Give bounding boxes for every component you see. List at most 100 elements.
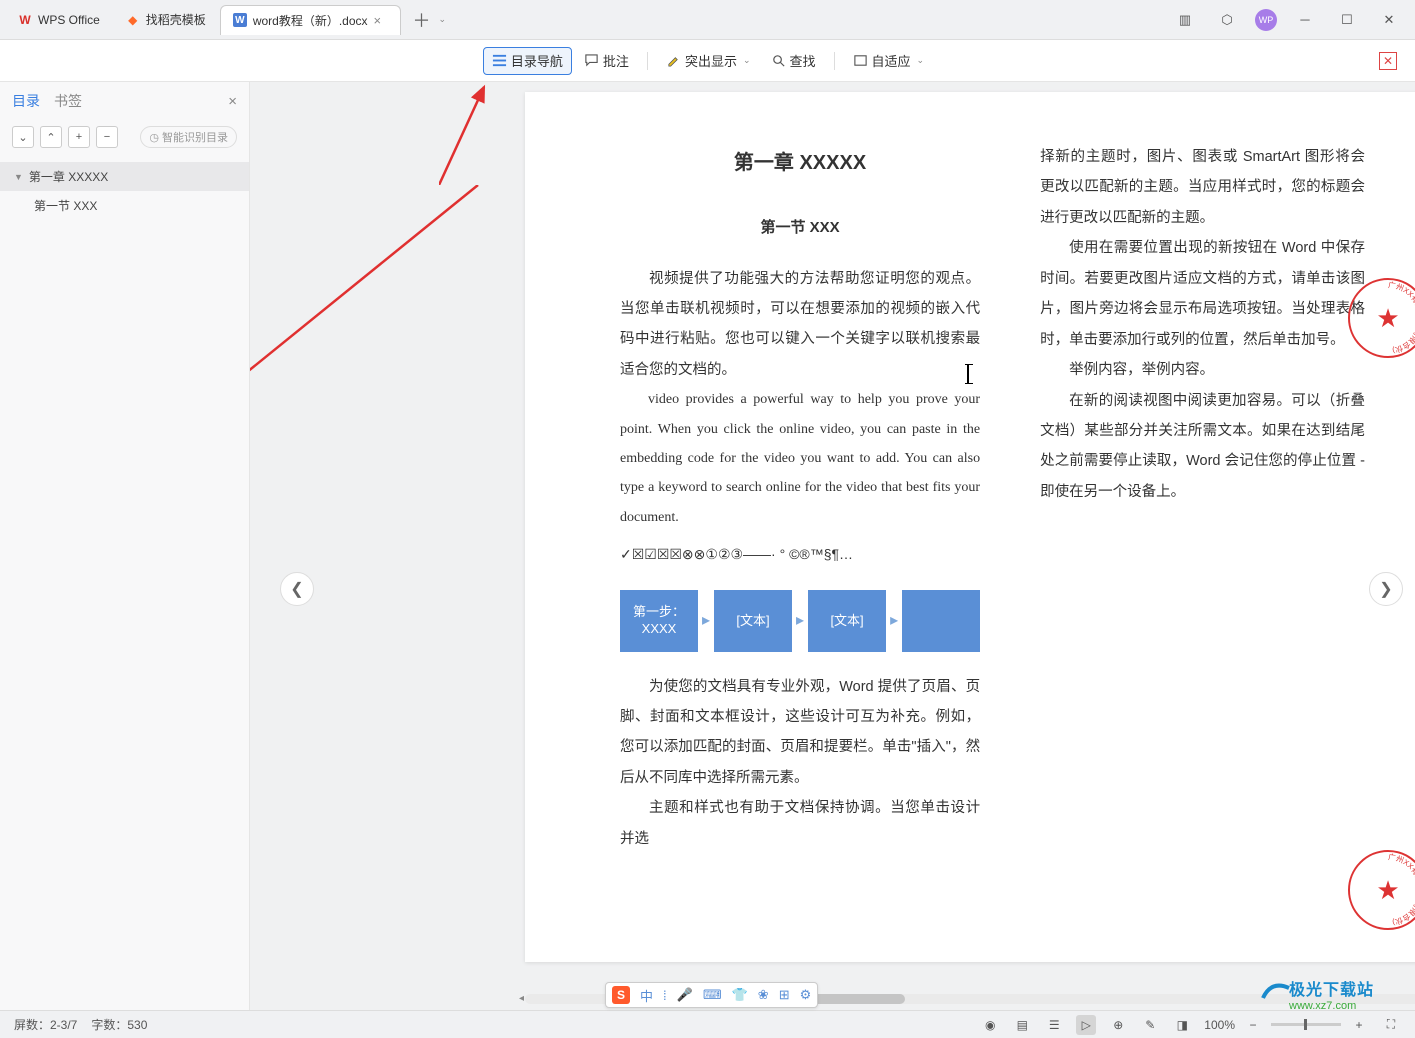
smartart-step: 第一步：XXXX (620, 590, 698, 652)
paragraph-english: video provides a powerful way to help yo… (620, 385, 980, 532)
paragraph: 为使您的文档具有专业外观，Word 提供了页眉、页脚、封面和文本框设计，这些设计… (620, 672, 980, 794)
ime-tool-icon[interactable]: ❀ (758, 987, 769, 1003)
add-item-button[interactable]: + (68, 126, 90, 148)
close-reading-mode-button[interactable]: ✕ (1379, 52, 1397, 70)
smartart-step: [文本] (808, 590, 886, 652)
ime-punct-icon[interactable]: ⁞ (663, 988, 667, 1003)
search-icon (771, 53, 786, 68)
red-stamp-seal: 广州XX有限公司(有限合伙) (1348, 278, 1415, 358)
symbols-line: ✓☒☑☒☒⊗⊗①②③——· ° ©®™§¶… (620, 540, 980, 569)
svg-text:广州XX有限公司(有限合伙): 广州XX有限公司(有限合伙) (1388, 280, 1415, 355)
find-button[interactable]: 查找 (763, 47, 824, 75)
tab-label: 找稻壳模板 (146, 11, 206, 28)
comment-icon (584, 53, 599, 68)
chevron-down-icon: ⌄ (917, 55, 925, 66)
smartart-step: [文本] (714, 590, 792, 652)
paragraph: 举例内容，举例内容。 (1040, 355, 1365, 385)
sidebar-close-button[interactable]: × (228, 93, 237, 110)
toolbar-group: 目录导航 批注 突出显示 ⌄ 查找 自适应 ⌄ (483, 47, 932, 75)
red-stamp-seal: 广州XX有限公司(有限合伙) (1348, 850, 1415, 930)
sidebar-tab-toc[interactable]: 目录 (12, 91, 40, 111)
page-layout-icon[interactable]: ▤ (1012, 1015, 1032, 1035)
highlight-button[interactable]: 突出显示 ⌄ (658, 47, 759, 75)
prev-page-button[interactable]: ❮ (280, 572, 314, 606)
column-right: 择新的主题时，图片、图表或 SmartArt 图形将会更改以匹配新的主题。当应用… (1040, 142, 1365, 854)
tabs-overflow-icon[interactable]: ⌄ (439, 14, 447, 25)
sogou-logo-icon: S (612, 986, 630, 1004)
smartart-step (902, 590, 980, 652)
site-watermark: 极光下载站 www.xz7.com (1289, 976, 1409, 1012)
reading-view-icon[interactable]: ▷ (1076, 1015, 1096, 1035)
user-avatar[interactable]: WP (1255, 9, 1277, 31)
layout-icon[interactable]: ▥ (1171, 6, 1199, 34)
tab-document[interactable]: W word教程（新）.docx × (220, 5, 401, 35)
zoom-value[interactable]: 100% (1204, 1018, 1235, 1032)
fit-label: 自适应 (872, 51, 911, 70)
expand-all-button[interactable]: ⌃ (40, 126, 62, 148)
toc-item-chapter1[interactable]: ▼ 第一章 XXXXX (0, 162, 249, 191)
comment-label: 批注 (603, 51, 629, 70)
ime-keyboard-icon[interactable]: ⌨ (703, 987, 722, 1003)
catalog-nav-button[interactable]: 目录导航 (483, 47, 572, 75)
main-area: 目录 书签 × ⌄ ⌃ + − ◷ 智能识别目录 ▼ 第一章 XXXXX 第一节… (0, 82, 1415, 1010)
reading-toolbar: 目录导航 批注 突出显示 ⌄ 查找 自适应 ⌄ ✕ (0, 40, 1415, 82)
new-tab-button[interactable]: ＋ (409, 7, 435, 33)
scroll-left-arrow-icon[interactable]: ◂ (519, 993, 524, 1004)
zoom-control: 100% − + (1204, 1015, 1369, 1035)
smart-label: 智能识别目录 (162, 129, 228, 145)
toc-item-label: 第一章 XXXXX (29, 168, 108, 185)
ime-skin-icon[interactable]: 👕 (732, 987, 748, 1003)
remove-item-button[interactable]: − (96, 126, 118, 148)
draft-view-icon[interactable]: ✎ (1140, 1015, 1160, 1035)
smart-detect-toc-button[interactable]: ◷ 智能识别目录 (140, 126, 237, 148)
zoom-in-button[interactable]: + (1349, 1015, 1369, 1035)
annotation-arrow (250, 185, 480, 385)
collapse-all-button[interactable]: ⌄ (12, 126, 34, 148)
web-view-icon[interactable]: ⊕ (1108, 1015, 1128, 1035)
minimize-button[interactable]: ─ (1291, 6, 1319, 34)
next-page-button[interactable]: ❯ (1369, 572, 1403, 606)
maximize-button[interactable]: ☐ (1333, 6, 1361, 34)
zoom-slider[interactable] (1271, 1023, 1341, 1026)
toc-item-section1[interactable]: 第一节 XXX (0, 191, 249, 220)
find-label: 查找 (790, 51, 816, 70)
page-indicator[interactable]: 屏数：2-3/7 (14, 1016, 77, 1033)
tab-templates[interactable]: ◆ 找稻壳模板 (114, 5, 218, 35)
outline-view-icon[interactable]: ☰ (1044, 1015, 1064, 1035)
paragraph: 在新的阅读视图中阅读更加容易。可以（折叠文档）某些部分并关注所需文本。如果在达到… (1040, 386, 1365, 508)
tab-close-button[interactable]: × (374, 13, 388, 28)
column-left: 第一章 XXXXX 第一节 XXX 视频提供了功能强大的方法帮助您证明您的观点。… (620, 142, 980, 854)
smartart-process: 第一步：XXXX ▸ [文本] ▸ [文本] ▸ (620, 590, 980, 652)
watermark-title: 极光下载站 (1289, 976, 1409, 1000)
eye-view-icon[interactable]: ◉ (980, 1015, 1000, 1035)
close-window-button[interactable]: ✕ (1375, 6, 1403, 34)
tab-wps-office[interactable]: W WPS Office (6, 5, 112, 35)
cube-icon[interactable]: ⬡ (1213, 6, 1241, 34)
text-cursor-icon (967, 365, 969, 383)
arrow-right-icon: ▸ (796, 604, 804, 638)
window-controls: ▥ ⬡ WP ─ ☐ ✕ (1171, 6, 1415, 34)
arrow-right-icon: ▸ (890, 604, 898, 638)
ime-settings-icon[interactable]: ⚙ (800, 987, 812, 1003)
ime-grid-icon[interactable]: ⊞ (779, 987, 790, 1003)
word-count[interactable]: 字数：530 (91, 1016, 147, 1033)
template-icon: ◆ (126, 13, 140, 27)
comment-button[interactable]: 批注 (576, 47, 637, 75)
tab-label: WPS Office (38, 13, 100, 27)
toc-list: ▼ 第一章 XXXXX 第一节 XXX (0, 154, 249, 228)
ime-lang[interactable]: 中 (640, 986, 653, 1005)
fullscreen-icon[interactable]: ⛶ (1381, 1015, 1401, 1035)
status-bar: 屏数：2-3/7 字数：530 ◉ ▤ ☰ ▷ ⊕ ✎ ◨ 100% − + ⛶ (0, 1010, 1415, 1038)
wps-logo-icon: W (18, 13, 32, 27)
highlight-label: 突出显示 (685, 51, 737, 70)
zoom-out-button[interactable]: − (1243, 1015, 1263, 1035)
ime-toolbar[interactable]: S 中 ⁞ 🎤 ⌨ 👕 ❀ ⊞ ⚙ (605, 982, 818, 1008)
sidebar-tab-bookmark[interactable]: 书签 (54, 91, 82, 111)
document-canvas[interactable]: 第一章 XXXXX 第一节 XXX 视频提供了功能强大的方法帮助您证明您的观点。… (250, 82, 1415, 1010)
clock-icon: ◷ (149, 131, 159, 144)
list-icon (492, 53, 507, 68)
split-view-icon[interactable]: ◨ (1172, 1015, 1192, 1035)
fit-button[interactable]: 自适应 ⌄ (845, 47, 933, 75)
ime-voice-icon[interactable]: 🎤 (677, 987, 693, 1003)
tab-label: word教程（新）.docx (253, 12, 368, 29)
